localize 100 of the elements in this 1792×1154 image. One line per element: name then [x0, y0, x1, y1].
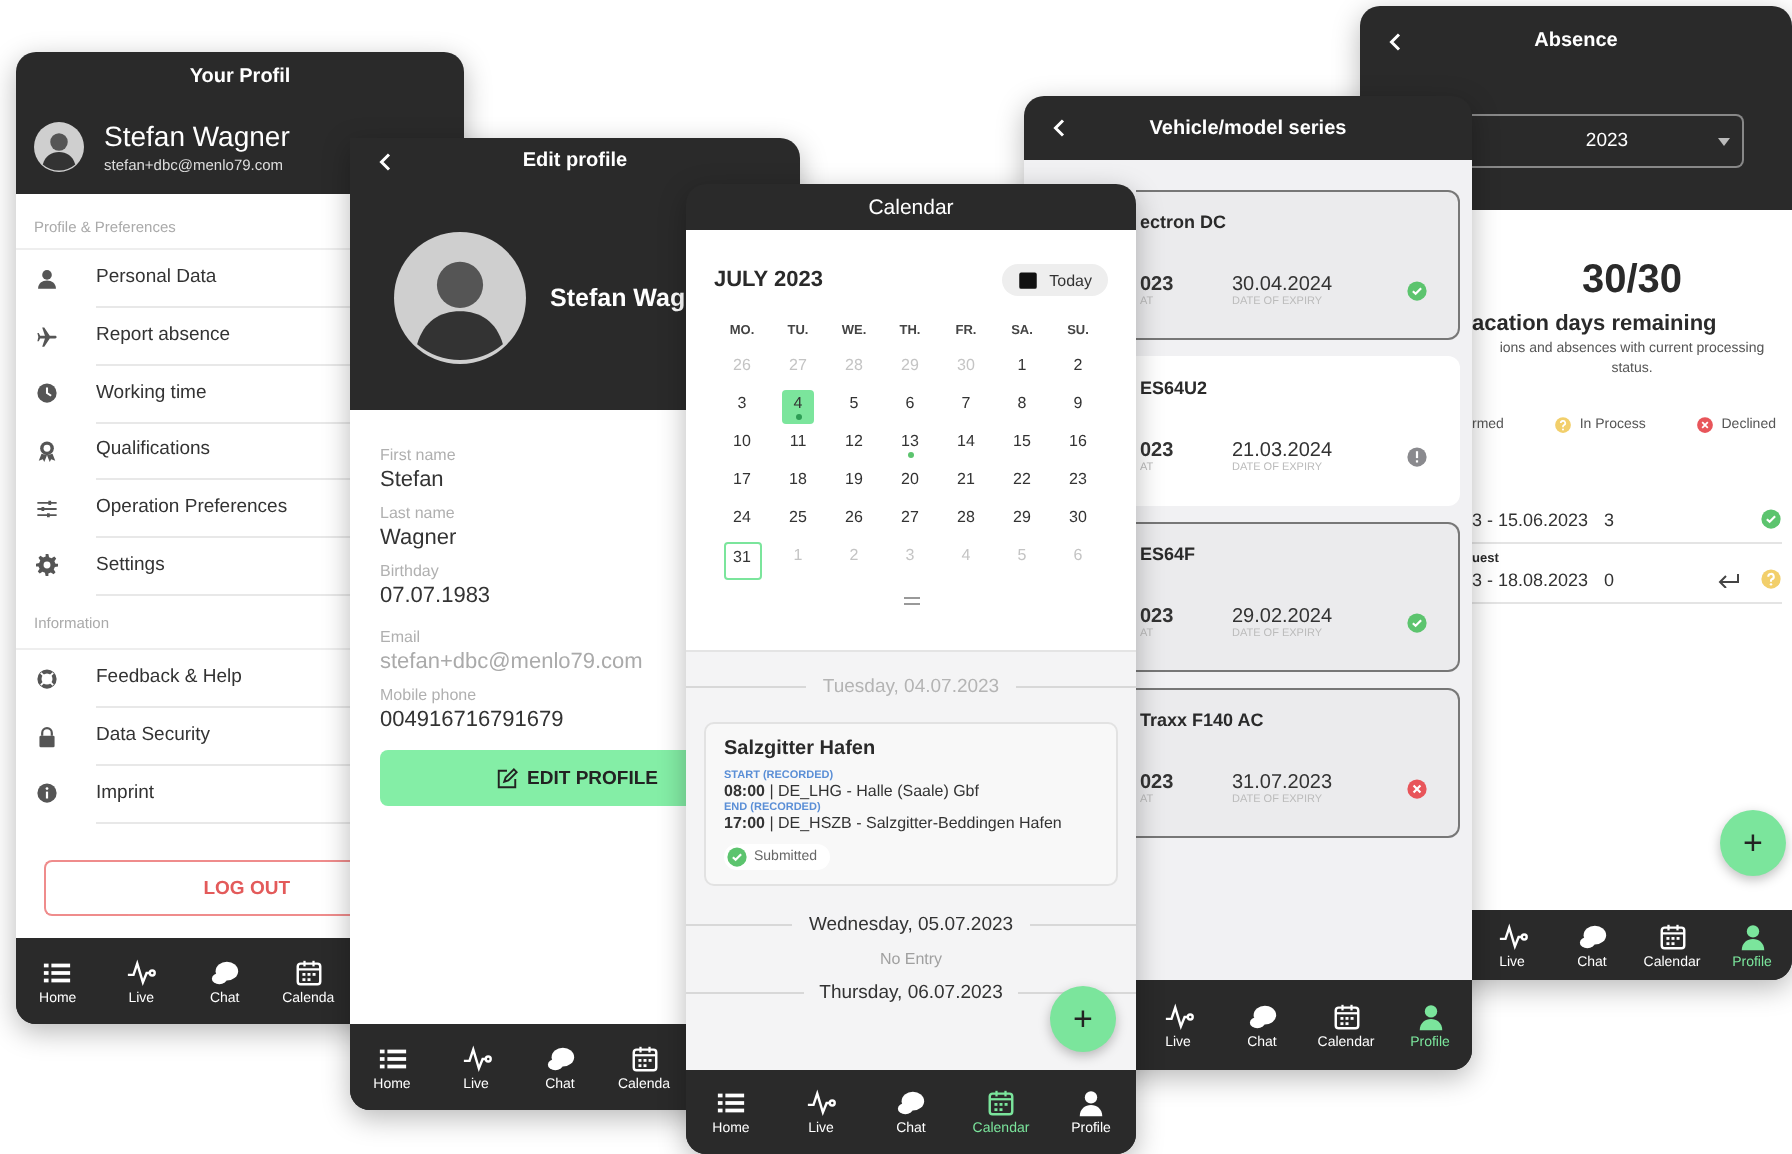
calendar-day[interactable]: 18: [782, 466, 814, 500]
screen-title: Your Profil: [189, 65, 291, 87]
issued-date: 023: [1140, 606, 1176, 628]
calendar-day[interactable]: 29: [1006, 504, 1038, 538]
calendar-day[interactable]: 25: [782, 504, 814, 538]
calendar-day[interactable]: 14: [950, 428, 982, 462]
date-range: 3 - 18.08.2023: [1472, 569, 1591, 590]
vehicle-title: ES64U2: [1140, 378, 1210, 398]
calendar-day[interactable]: 13: [894, 428, 926, 462]
list-icon: [716, 1088, 746, 1118]
airplane-icon: [36, 325, 58, 348]
check-icon: [726, 846, 748, 868]
calendar-day[interactable]: 22: [1006, 466, 1038, 500]
calendar-day[interactable]: 28: [950, 504, 982, 538]
calendar-day[interactable]: 24: [726, 504, 758, 538]
edit-icon: [495, 767, 518, 789]
calendar-day[interactable]: 19: [838, 466, 870, 500]
calendar-day[interactable]: 8: [1006, 390, 1038, 424]
add-button[interactable]: +: [1720, 810, 1786, 876]
calendar-day[interactable]: 3: [726, 390, 758, 424]
field-value: stefan+dbc@menlo79.com: [380, 650, 645, 674]
vehicle-title: ectron DC: [1140, 212, 1229, 232]
pulse-icon: [126, 957, 157, 987]
month-label: JULY 2023: [714, 268, 823, 292]
field-label: Last name: [380, 504, 457, 522]
calendar-day[interactable]: 30: [1062, 504, 1094, 538]
user-name: Stefan Wagner: [104, 120, 290, 152]
calendar-day[interactable]: 17: [726, 466, 758, 500]
info-icon: [36, 782, 58, 805]
issued-date: 023: [1140, 274, 1176, 296]
pulse-icon: [1163, 1001, 1193, 1031]
calendar-day[interactable]: 23: [1062, 466, 1094, 500]
field-label: Email: [380, 628, 423, 646]
pulse-icon: [461, 1043, 491, 1073]
remaining-label: acation days remaining: [1472, 312, 1719, 336]
pulse-icon: [806, 1088, 836, 1118]
calendar-day[interactable]: 7: [950, 390, 982, 424]
chat-bubble-icon: [1577, 921, 1607, 951]
screen-title: Calendar: [868, 195, 954, 219]
expiry-date: 31.07.2023: [1232, 772, 1335, 794]
calendar-day[interactable]: 5: [838, 390, 870, 424]
calendar-day[interactable]: 10: [726, 428, 758, 462]
chat-bubble-icon: [896, 1088, 926, 1118]
calendar-day[interactable]: 6: [894, 390, 926, 424]
calendar-day[interactable]: 4: [782, 390, 814, 424]
calendar-day[interactable]: 2: [1062, 352, 1094, 386]
empty-note: No Entry: [877, 950, 945, 968]
date-range: 3 - 15.06.2023: [1472, 509, 1591, 530]
calendar-day[interactable]: 9: [1062, 390, 1094, 424]
vehicle-title: ES64F: [1140, 544, 1198, 564]
chat-bubble-icon: [1247, 1001, 1277, 1031]
calendar-day[interactable]: 12: [838, 428, 870, 462]
field-label: Mobile phone: [380, 686, 479, 704]
person-icon: [1415, 1001, 1445, 1031]
issued-date: 023: [1140, 772, 1176, 794]
person-icon: [36, 267, 58, 290]
calendar-day[interactable]: 26: [838, 504, 870, 538]
add-button[interactable]: +: [1050, 986, 1116, 1052]
gear-icon: [36, 554, 58, 577]
calendar-day[interactable]: 1: [1006, 352, 1038, 386]
edit-profile-button[interactable]: EDIT PROFILE: [380, 750, 686, 806]
calendar-day[interactable]: 11: [782, 428, 814, 462]
date-separator: Thursday, 06.07.2023: [819, 982, 1003, 1004]
award-icon: [36, 439, 58, 462]
day-count: 0: [1604, 569, 1617, 590]
vehicle-title: Traxx F140 AC: [1140, 710, 1266, 730]
expiry-date: 29.02.2024: [1232, 606, 1335, 628]
calendar-day[interactable]: 27: [894, 504, 926, 538]
person-icon: [1737, 921, 1767, 951]
lifebuoy-icon: [36, 667, 58, 690]
start-line: 08:00 | DE_LHG - Halle (Saale) Gbf: [724, 782, 981, 800]
field-label: Birthday: [380, 562, 441, 580]
calendar-day[interactable]: 31: [723, 542, 761, 580]
avatar-icon: [394, 231, 526, 363]
year-dropdown[interactable]: 2023: [1472, 114, 1744, 168]
user-name: Stefan Wag: [550, 283, 686, 311]
calendar-day[interactable]: 21: [950, 466, 982, 500]
today-button[interactable]: Today: [1001, 264, 1108, 296]
pulse-icon: [1497, 921, 1527, 951]
drag-handle-icon[interactable]: [903, 596, 919, 606]
caret-icon: [1718, 137, 1730, 145]
sliders-icon: [36, 497, 58, 520]
calendar-day[interactable]: 20: [894, 466, 926, 500]
entry-title: Salzgitter Hafen: [724, 738, 878, 760]
expiry-date: 21.03.2024: [1232, 440, 1335, 462]
lock-icon: [36, 725, 58, 748]
screen-title: Vehicle/model series: [1149, 117, 1347, 139]
calendar-day[interactable]: 16: [1062, 428, 1094, 462]
field-value: 07.07.1983: [380, 584, 493, 608]
field-value: 004916716791679: [380, 708, 566, 732]
clock-icon: [36, 382, 58, 405]
day-count: 3: [1604, 509, 1617, 530]
screen-title: Absence: [1534, 30, 1618, 52]
logout-button[interactable]: LOG OUT: [44, 860, 350, 917]
expiry-date: 30.04.2024: [1232, 274, 1335, 296]
calendar-day[interactable]: 15: [1006, 428, 1038, 462]
field-label: First name: [380, 446, 458, 464]
person-icon: [1076, 1088, 1106, 1118]
chat-bubble-icon: [545, 1043, 575, 1073]
field-value: Stefan: [380, 468, 446, 492]
